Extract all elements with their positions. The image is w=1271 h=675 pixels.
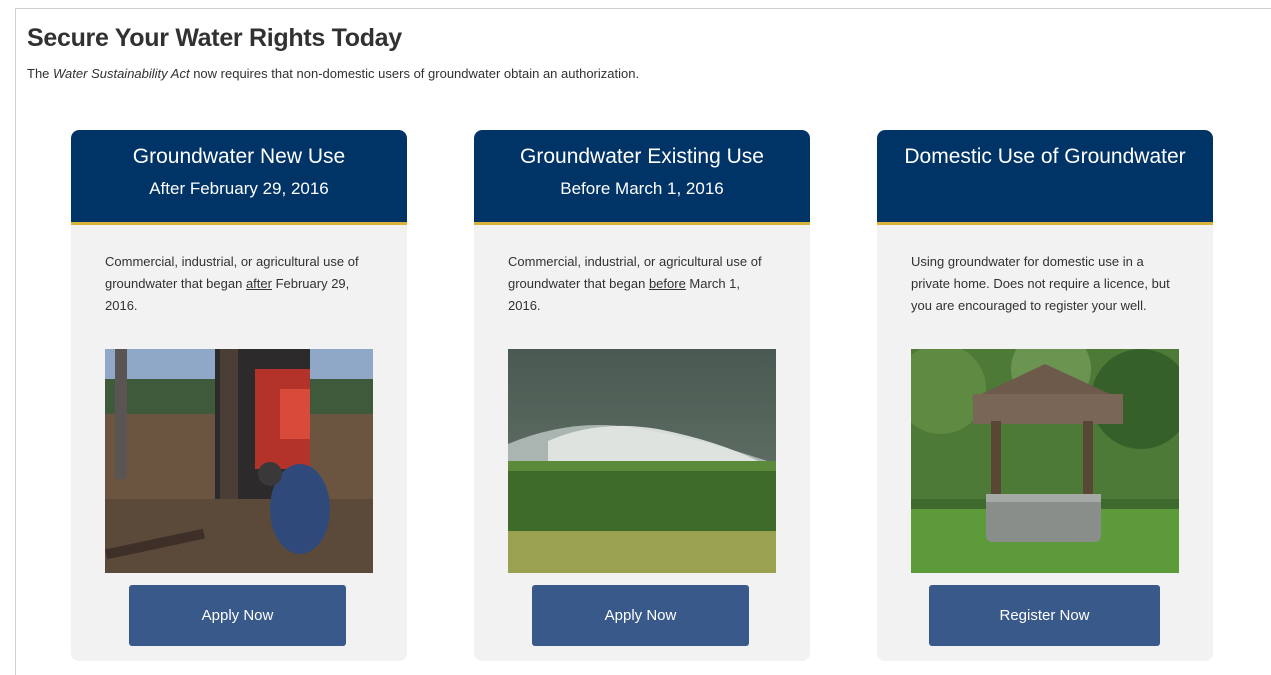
intro-prefix: The: [27, 66, 54, 81]
page-title: Secure Your Water Rights Today: [27, 24, 402, 52]
card-title: Domestic Use of Groundwater: [904, 145, 1186, 168]
intro-text: The Water Sustainability Act now require…: [27, 66, 639, 81]
card-title: Groundwater Existing Use: [520, 145, 764, 168]
water-well-photo: [911, 349, 1179, 573]
card-subtitle: After February 29, 2016: [149, 179, 329, 198]
drilling-rig-photo: [105, 349, 373, 573]
desc-emphasis: before: [648, 276, 686, 291]
intro-suffix: now requires that non-domestic users of …: [189, 66, 640, 81]
card-header: Domestic Use of Groundwater: [877, 130, 1213, 225]
card-title: Groundwater New Use: [132, 145, 346, 168]
irrigation-field-photo: [508, 349, 776, 573]
desc-emphasis: after: [245, 276, 272, 291]
card-description: Using groundwater for domestic use in a …: [911, 254, 1170, 313]
register-now-button[interactable]: Register Now: [929, 585, 1160, 646]
card-new-use: Groundwater New Use After February 29, 2…: [71, 130, 407, 661]
apply-now-button[interactable]: Apply Now: [532, 585, 749, 646]
card-subtitle: Before March 1, 2016: [560, 179, 724, 198]
card-domestic-use: Domestic Use of Groundwater Using ground…: [877, 130, 1213, 661]
card-description: Commercial, industrial, or agricultural …: [105, 251, 365, 317]
apply-now-button[interactable]: Apply Now: [129, 585, 346, 646]
card-existing-use: Groundwater Existing Use Before March 1,…: [474, 130, 810, 661]
card-header: Groundwater Existing Use Before March 1,…: [474, 130, 810, 225]
card-description: Commercial, industrial, or agricultural …: [508, 251, 768, 317]
card-header: Groundwater New Use After February 29, 2…: [71, 130, 407, 225]
intro-act-name: Water Sustainability Act: [53, 66, 190, 81]
